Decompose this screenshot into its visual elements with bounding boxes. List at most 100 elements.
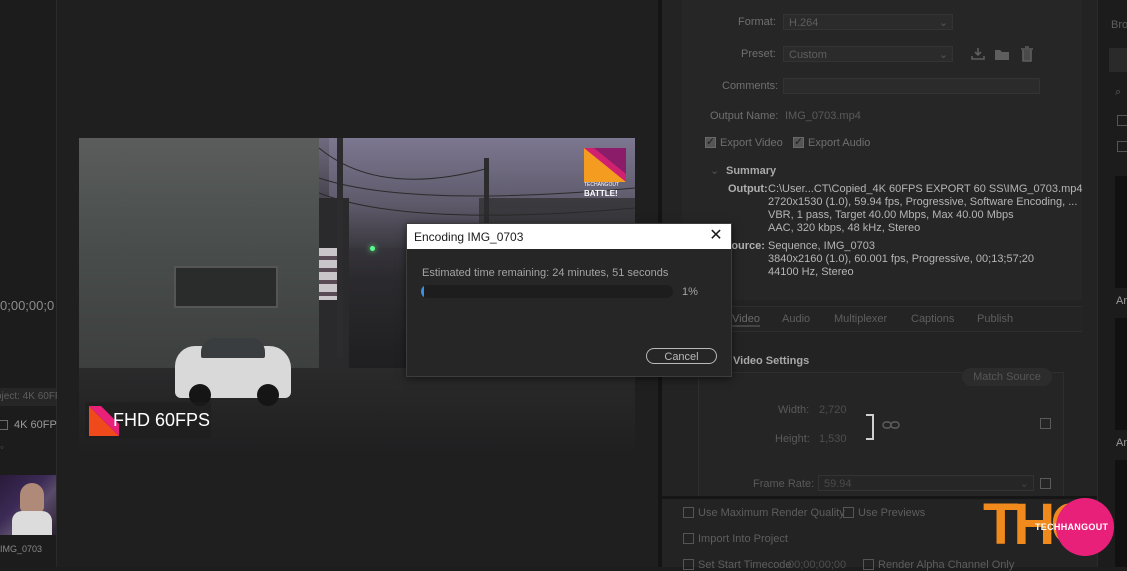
progress-percent: 1%	[682, 286, 698, 298]
set-start-timecode-label: Set Start Timecode	[698, 559, 792, 571]
source-line-1: Sequence, IMG_0703	[768, 240, 876, 252]
bin-icon	[0, 420, 8, 430]
progress-bar-fill	[421, 285, 424, 298]
set-start-timecode-checkbox[interactable]	[683, 559, 694, 570]
battle-logo-battle: BATTLE!	[584, 189, 618, 198]
output-name-label: Output Name:	[710, 110, 779, 122]
street-signs	[319, 248, 337, 300]
max-render-quality-label: Use Maximum Render Quality	[698, 507, 845, 519]
techhangout-watermark: THO TECHHANGOUT	[983, 494, 1117, 558]
search-icon[interactable]: ⌕	[1115, 86, 1121, 99]
height-label: Height:	[775, 433, 810, 445]
right-strip-checkbox-1[interactable]	[1117, 115, 1127, 126]
start-timecode-value[interactable]: 00;00;00;00	[788, 559, 846, 571]
cancel-button[interactable]: Cancel	[646, 348, 717, 364]
export-audio-checkbox[interactable]	[793, 135, 804, 148]
import-into-project-checkbox[interactable]	[683, 533, 694, 544]
output-summary-label: Output:	[728, 183, 768, 195]
frame-rate-dropdown[interactable]: 59.94 ⌄	[818, 475, 1034, 491]
caption-text: FHD 60FPS	[113, 410, 211, 430]
preset-dropdown[interactable]: Custom ⌄	[783, 46, 953, 62]
export-audio-label: Export Audio	[808, 137, 871, 149]
right-strip-checkbox-2[interactable]	[1117, 141, 1127, 152]
video-settings-title: Video Settings	[733, 355, 810, 367]
watermark-text: TECHHANGOUT	[1035, 522, 1109, 532]
summary-title: Summary	[726, 165, 777, 177]
tab-captions[interactable]: Captions	[911, 313, 954, 325]
right-strip-thumb-2[interactable]	[1115, 318, 1127, 430]
preset-label: Preset:	[741, 48, 776, 60]
clip-thumbnail[interactable]	[0, 475, 56, 535]
export-video-label: Export Video	[720, 137, 783, 149]
frame-rate-label: Frame Rate:	[753, 478, 815, 490]
format-dropdown[interactable]: H.264 ⌄	[783, 14, 953, 30]
height-value[interactable]: 1,530	[819, 433, 847, 445]
project-bar: oject: 4K 60FPS	[0, 388, 68, 406]
progress-bar	[421, 285, 673, 298]
tab-multiplexer[interactable]: Multiplexer	[834, 313, 887, 325]
right-strip-item-2: An	[1116, 437, 1127, 449]
source-line-3: 44100 Hz, Stereo	[768, 266, 854, 278]
output-line-1: C:\User...CT\Copied_4K 60FPS EXPORT 60 S…	[768, 183, 1083, 195]
render-alpha-label: Render Alpha Channel Only	[878, 559, 1015, 571]
frame-rate-value: 59.94	[824, 478, 852, 490]
car-windshield	[201, 338, 265, 358]
encoding-dialog: Encoding IMG_0703 ✕ Estimated time remai…	[406, 223, 732, 377]
source-line-2: 3840x2160 (1.0), 60.001 fps, Progressive…	[768, 253, 1035, 265]
match-source-button[interactable]: Match Source	[962, 368, 1052, 386]
aspect-bracket	[866, 414, 874, 440]
frame-rate-match-checkbox[interactable]	[1040, 478, 1051, 489]
output-name-link[interactable]: IMG_0703.mp4	[785, 110, 861, 122]
export-video-checkbox[interactable]	[705, 135, 716, 148]
import-preset-icon[interactable]	[994, 47, 1010, 61]
thumbnail-figure	[20, 483, 44, 513]
use-previews-checkbox[interactable]	[843, 507, 854, 518]
dialog-title: Encoding IMG_0703	[414, 230, 524, 244]
import-into-project-label: Import Into Project	[698, 533, 788, 545]
right-strip-header[interactable]: Brow	[1111, 19, 1127, 31]
output-line-4: AAC, 320 kbps, 48 kHz, Stereo	[768, 222, 921, 234]
summary-chevron-icon[interactable]: ⌄	[710, 164, 719, 177]
chevron-down-icon: ⌄	[1019, 478, 1029, 490]
dialog-title-bar: Encoding IMG_0703 ✕	[407, 224, 731, 249]
car-wheel	[257, 384, 279, 406]
thumbnail-caption: IMG_0703	[0, 544, 43, 554]
right-strip: Brow ⌕ An An	[1097, 0, 1127, 567]
battle-logo-mark	[584, 148, 626, 182]
preset-value: Custom	[789, 49, 827, 61]
chevron-down-icon: ⌄	[938, 17, 948, 29]
close-icon[interactable]: ✕	[705, 227, 727, 245]
tab-audio[interactable]: Audio	[782, 313, 810, 325]
render-alpha-checkbox[interactable]	[863, 559, 874, 570]
width-label: Width:	[778, 404, 810, 416]
chevron-down-icon: ⌄	[938, 49, 948, 61]
save-preset-icon[interactable]	[970, 47, 986, 61]
format-label: Format:	[738, 16, 776, 28]
right-strip-thumb-1[interactable]	[1115, 176, 1127, 288]
output-line-3: VBR, 1 pass, Target 40.00 Mbps, Max 40.0…	[768, 209, 1014, 221]
delete-preset-icon[interactable]	[1020, 46, 1034, 62]
left-panel: 0;00;00;0 oject: 4K 60FPS 4K 60FPS ◦ IMG…	[0, 0, 68, 567]
right-strip-field[interactable]	[1109, 48, 1127, 72]
comments-label: Comments:	[722, 80, 779, 92]
battle-logo: TECHANGOUT BATTLE!	[584, 148, 626, 198]
green-light	[370, 246, 375, 251]
battle-logo-small: TECHANGOUT	[584, 182, 619, 188]
bin-dot: ◦	[0, 442, 4, 454]
format-value: H.264	[789, 17, 819, 29]
link-icon[interactable]	[882, 418, 900, 432]
cancel-button-label: Cancel	[664, 351, 699, 363]
comments-field[interactable]	[783, 78, 1040, 94]
tab-publish[interactable]: Publish	[977, 313, 1013, 325]
right-strip-item-1: An	[1116, 295, 1127, 307]
caption-overlay: FHD 60FPS	[85, 402, 211, 438]
estimated-time-text: Estimated time remaining: 24 minutes, 51…	[422, 267, 669, 279]
width-value[interactable]: 2,720	[819, 404, 847, 416]
timecode-display[interactable]: 0;00;00;0	[0, 298, 54, 313]
match-source-label: Match Source	[973, 371, 1041, 383]
width-match-checkbox[interactable]	[1040, 418, 1051, 429]
thumbnail-shoulders	[12, 511, 52, 535]
max-render-quality-checkbox[interactable]	[683, 507, 694, 518]
output-line-2: 2720x1530 (1.0), 59.94 fps, Progressive,…	[768, 196, 1078, 208]
tab-video[interactable]: Video	[732, 313, 760, 327]
